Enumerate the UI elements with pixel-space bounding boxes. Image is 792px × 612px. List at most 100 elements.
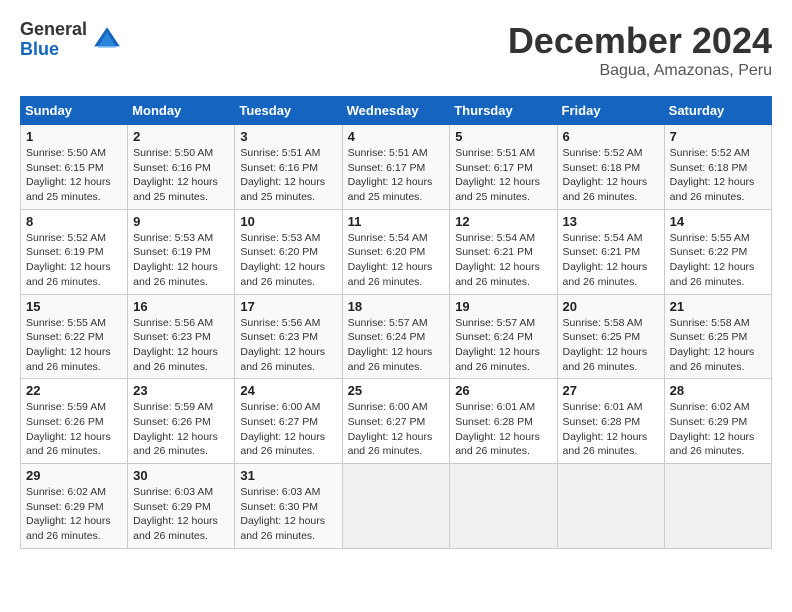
day-detail: Sunrise: 5:55 AM Sunset: 6:22 PM Dayligh… [26, 316, 122, 375]
day-number: 3 [240, 129, 336, 144]
day-detail: Sunrise: 5:59 AM Sunset: 6:26 PM Dayligh… [133, 400, 229, 459]
day-number: 13 [563, 214, 659, 229]
weekday-header-wednesday: Wednesday [342, 97, 450, 125]
day-number: 17 [240, 299, 336, 314]
calendar-cell: 17 Sunrise: 5:56 AM Sunset: 6:23 PM Dayli… [235, 294, 342, 379]
calendar-cell: 18 Sunrise: 5:57 AM Sunset: 6:24 PM Dayli… [342, 294, 450, 379]
day-number: 8 [26, 214, 122, 229]
calendar-cell: 26Sunrise: 6:01 AM Sunset: 6:28 PM Dayli… [450, 379, 557, 464]
day-detail: Sunrise: 6:02 AM Sunset: 6:29 PM Dayligh… [26, 485, 122, 544]
day-detail: Sunrise: 5:56 AM Sunset: 6:23 PM Dayligh… [240, 316, 336, 375]
calendar-cell: 7Sunrise: 5:52 AM Sunset: 6:18 PM Daylig… [664, 125, 771, 210]
calendar-cell: 14 Sunrise: 5:55 AM Sunset: 6:22 PM Dayli… [664, 209, 771, 294]
day-number: 5 [455, 129, 551, 144]
calendar-cell: 2Sunrise: 5:50 AM Sunset: 6:16 PM Daylig… [128, 125, 235, 210]
location: Bagua, Amazonas, Peru [508, 62, 772, 80]
calendar-cell: 19 Sunrise: 5:57 AM Sunset: 6:24 PM Dayli… [450, 294, 557, 379]
calendar-week-5: 29Sunrise: 6:02 AM Sunset: 6:29 PM Dayli… [21, 464, 772, 549]
day-detail: Sunrise: 5:50 AM Sunset: 6:15 PM Dayligh… [26, 146, 122, 205]
day-detail: Sunrise: 5:55 AM Sunset: 6:22 PM Dayligh… [670, 231, 766, 290]
calendar-cell: 21Sunrise: 5:58 AM Sunset: 6:25 PM Dayli… [664, 294, 771, 379]
calendar-cell: 9Sunrise: 5:53 AM Sunset: 6:19 PM Daylig… [128, 209, 235, 294]
day-detail: Sunrise: 5:52 AM Sunset: 6:18 PM Dayligh… [563, 146, 659, 205]
day-detail: Sunrise: 5:51 AM Sunset: 6:16 PM Dayligh… [240, 146, 336, 205]
day-number: 1 [26, 129, 122, 144]
day-number: 23 [133, 383, 229, 398]
calendar-table: SundayMondayTuesdayWednesdayThursdayFrid… [20, 96, 772, 549]
day-detail: Sunrise: 5:54 AM Sunset: 6:21 PM Dayligh… [455, 231, 551, 290]
logo-general: General [20, 20, 87, 40]
day-detail: Sunrise: 5:53 AM Sunset: 6:20 PM Dayligh… [240, 231, 336, 290]
calendar-cell: 31 Sunrise: 6:03 AM Sunset: 6:30 PM Dayli… [235, 464, 342, 549]
calendar-header: SundayMondayTuesdayWednesdayThursdayFrid… [21, 97, 772, 125]
calendar-cell: 28 Sunrise: 6:02 AM Sunset: 6:29 PM Dayli… [664, 379, 771, 464]
day-detail: Sunrise: 6:03 AM Sunset: 6:30 PM Dayligh… [240, 485, 336, 544]
day-detail: Sunrise: 5:52 AM Sunset: 6:18 PM Dayligh… [670, 146, 766, 205]
day-number: 11 [348, 214, 445, 229]
calendar-cell: 3 Sunrise: 5:51 AM Sunset: 6:16 PM Daylig… [235, 125, 342, 210]
calendar-cell: 8 Sunrise: 5:52 AM Sunset: 6:19 PM Daylig… [21, 209, 128, 294]
day-number: 14 [670, 214, 766, 229]
calendar-cell [342, 464, 450, 549]
calendar-week-1: 1 Sunrise: 5:50 AM Sunset: 6:15 PM Daylig… [21, 125, 772, 210]
weekday-header-friday: Friday [557, 97, 664, 125]
day-number: 19 [455, 299, 551, 314]
day-number: 12 [455, 214, 551, 229]
calendar-week-2: 8 Sunrise: 5:52 AM Sunset: 6:19 PM Daylig… [21, 209, 772, 294]
page-header: General Blue December 2024 Bagua, Amazon… [20, 20, 772, 80]
calendar-cell [664, 464, 771, 549]
day-number: 27 [563, 383, 659, 398]
calendar-cell: 6 Sunrise: 5:52 AM Sunset: 6:18 PM Daylig… [557, 125, 664, 210]
calendar-cell: 16Sunrise: 5:56 AM Sunset: 6:23 PM Dayli… [128, 294, 235, 379]
day-number: 20 [563, 299, 659, 314]
day-number: 22 [26, 383, 122, 398]
calendar-cell: 23 Sunrise: 5:59 AM Sunset: 6:26 PM Dayli… [128, 379, 235, 464]
day-number: 31 [240, 468, 336, 483]
day-detail: Sunrise: 5:59 AM Sunset: 6:26 PM Dayligh… [26, 400, 122, 459]
title-block: December 2024 Bagua, Amazonas, Peru [508, 20, 772, 80]
day-number: 18 [348, 299, 445, 314]
day-number: 28 [670, 383, 766, 398]
day-number: 16 [133, 299, 229, 314]
weekday-header-saturday: Saturday [664, 97, 771, 125]
day-detail: Sunrise: 6:00 AM Sunset: 6:27 PM Dayligh… [348, 400, 445, 459]
calendar-cell [557, 464, 664, 549]
calendar-week-4: 22 Sunrise: 5:59 AM Sunset: 6:26 PM Dayli… [21, 379, 772, 464]
weekday-header-tuesday: Tuesday [235, 97, 342, 125]
weekday-header-thursday: Thursday [450, 97, 557, 125]
calendar-cell: 4 Sunrise: 5:51 AM Sunset: 6:17 PM Daylig… [342, 125, 450, 210]
calendar-cell: 13Sunrise: 5:54 AM Sunset: 6:21 PM Dayli… [557, 209, 664, 294]
day-detail: Sunrise: 6:00 AM Sunset: 6:27 PM Dayligh… [240, 400, 336, 459]
logo-icon [91, 24, 123, 56]
weekday-header-monday: Monday [128, 97, 235, 125]
calendar-week-3: 15 Sunrise: 5:55 AM Sunset: 6:22 PM Dayli… [21, 294, 772, 379]
calendar-cell: 30Sunrise: 6:03 AM Sunset: 6:29 PM Dayli… [128, 464, 235, 549]
day-number: 15 [26, 299, 122, 314]
calendar-cell: 15 Sunrise: 5:55 AM Sunset: 6:22 PM Dayli… [21, 294, 128, 379]
day-detail: Sunrise: 6:01 AM Sunset: 6:28 PM Dayligh… [563, 400, 659, 459]
day-detail: Sunrise: 6:02 AM Sunset: 6:29 PM Dayligh… [670, 400, 766, 459]
day-number: 25 [348, 383, 445, 398]
calendar-cell: 20Sunrise: 5:58 AM Sunset: 6:25 PM Dayli… [557, 294, 664, 379]
day-detail: Sunrise: 6:01 AM Sunset: 6:28 PM Dayligh… [455, 400, 551, 459]
day-number: 4 [348, 129, 445, 144]
day-number: 6 [563, 129, 659, 144]
day-detail: Sunrise: 5:57 AM Sunset: 6:24 PM Dayligh… [348, 316, 445, 375]
day-number: 24 [240, 383, 336, 398]
day-detail: Sunrise: 5:51 AM Sunset: 6:17 PM Dayligh… [348, 146, 445, 205]
logo-blue: Blue [20, 40, 87, 60]
day-detail: Sunrise: 5:57 AM Sunset: 6:24 PM Dayligh… [455, 316, 551, 375]
day-detail: Sunrise: 5:52 AM Sunset: 6:19 PM Dayligh… [26, 231, 122, 290]
day-detail: Sunrise: 5:53 AM Sunset: 6:19 PM Dayligh… [133, 231, 229, 290]
calendar-cell: 10Sunrise: 5:53 AM Sunset: 6:20 PM Dayli… [235, 209, 342, 294]
day-detail: Sunrise: 5:51 AM Sunset: 6:17 PM Dayligh… [455, 146, 551, 205]
calendar-cell: 11Sunrise: 5:54 AM Sunset: 6:20 PM Dayli… [342, 209, 450, 294]
calendar-cell: 27 Sunrise: 6:01 AM Sunset: 6:28 PM Dayli… [557, 379, 664, 464]
calendar-cell: 22 Sunrise: 5:59 AM Sunset: 6:26 PM Dayli… [21, 379, 128, 464]
month-title: December 2024 [508, 20, 772, 62]
calendar-cell: 29Sunrise: 6:02 AM Sunset: 6:29 PM Dayli… [21, 464, 128, 549]
day-number: 2 [133, 129, 229, 144]
day-detail: Sunrise: 6:03 AM Sunset: 6:29 PM Dayligh… [133, 485, 229, 544]
calendar-cell: 12 Sunrise: 5:54 AM Sunset: 6:21 PM Dayli… [450, 209, 557, 294]
calendar-cell: 1 Sunrise: 5:50 AM Sunset: 6:15 PM Daylig… [21, 125, 128, 210]
